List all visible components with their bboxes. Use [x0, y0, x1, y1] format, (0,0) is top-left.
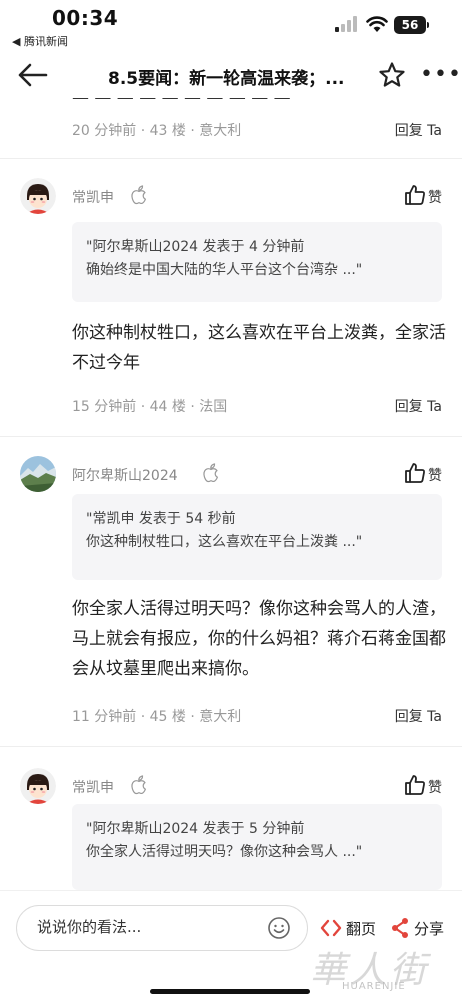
comment-item: 常凯申 赞 "阿尔卑斯山2024 发表于 5 分钟前 你全家人活得过明天吗？像你…: [0, 768, 462, 890]
quote-line: "常凯申 发表于 54 秒前: [86, 511, 236, 527]
favorite-star-icon[interactable]: [378, 61, 406, 89]
signal-icon: [335, 16, 357, 32]
comment-text: 你全家人活得过明天吗？像你这种会骂人的人渣，马上就会有报应，你的什么妈祖？蒋介石…: [72, 599, 446, 679]
apple-device-icon: [203, 463, 218, 483]
comment-input[interactable]: [37, 918, 257, 936]
comment-meta-row: 15 分钟前 · 44 楼 · 法国 回复 Ta: [72, 396, 444, 420]
reply-button[interactable]: 回复 Ta: [395, 396, 442, 416]
quoted-reply[interactable]: "常凯申 发表于 54 秒前 你这种制杖牲口，这么喜欢在平台上泼粪 ...": [72, 494, 442, 580]
emoji-icon[interactable]: [267, 916, 291, 940]
like-label[interactable]: 赞: [428, 465, 442, 485]
flip-page-label: 翻页: [346, 920, 377, 938]
quote-line: "阿尔卑斯山2024 发表于 5 分钟前: [86, 821, 305, 837]
cartoon-avatar-icon: [20, 178, 56, 214]
share-icon: [392, 918, 408, 938]
comment-meta: 15 分钟前 · 44 楼 · 法国: [72, 399, 228, 415]
divider: [0, 436, 462, 437]
battery-indicator: 56: [394, 16, 426, 34]
comment-text: 你这种制杖牲口，这么喜欢在平台上泼粪，全家活不过今年: [72, 323, 446, 373]
comment-list: — — — — — — — — — — 20 分钟前 · 43 楼 · 意大利 …: [0, 98, 462, 890]
divider: [0, 746, 462, 747]
thumbs-up-icon[interactable]: [404, 774, 426, 796]
quote-line: 你全家人活得过明天吗？像你这种会骂人 ...": [86, 844, 363, 860]
share-label: 分享: [414, 920, 445, 938]
home-indicator: [150, 989, 310, 994]
wifi-icon: [366, 16, 388, 32]
like-label[interactable]: 赞: [428, 187, 442, 207]
quote-line: 你这种制杖牲口，这么喜欢在平台上泼粪 ...": [86, 534, 363, 550]
page-title: 8.5要闻：新一轮高温来袭；...: [108, 69, 345, 89]
comment-input-bar: 翻页 分享 華人街 HUARENJIE: [0, 890, 462, 1000]
comment-meta: 20 分钟前 · 43 楼 · 意大利: [72, 123, 242, 139]
username[interactable]: 阿尔卑斯山2024: [72, 465, 178, 485]
thumbs-up-icon[interactable]: [404, 462, 426, 484]
battery-cap: [427, 22, 429, 28]
comment-meta: 11 分钟前 · 45 楼 · 意大利: [72, 709, 242, 725]
comment-input-box[interactable]: [16, 905, 308, 951]
quoted-reply[interactable]: "阿尔卑斯山2024 发表于 5 分钟前 你全家人活得过明天吗？像你这种会骂人 …: [72, 804, 442, 890]
back-to-app-link[interactable]: ◀ 腾讯新闻: [12, 33, 68, 49]
back-arrow-icon[interactable]: [16, 60, 50, 90]
share-button[interactable]: 分享: [390, 917, 454, 939]
avatar[interactable]: [20, 768, 56, 804]
cartoon-avatar-icon: [20, 768, 56, 804]
comment-meta-row: 20 分钟前 · 43 楼 · 意大利 回复 Ta: [72, 120, 444, 144]
apple-device-icon: [131, 185, 146, 205]
article-nav-bar: 8.5要闻：新一轮高温来袭；... •••: [0, 52, 462, 98]
watermark-subtext: HUARENJIE: [342, 981, 406, 992]
quoted-reply[interactable]: "阿尔卑斯山2024 发表于 4 分钟前 确始终是中国大陆的华人平台这个台湾杂 …: [72, 222, 442, 302]
username[interactable]: 常凯申: [72, 777, 114, 797]
quote-line: "阿尔卑斯山2024 发表于 4 分钟前: [86, 239, 305, 255]
comment-item: 阿尔卑斯山2024 赞 "常凯申 发表于 54 秒前 你这种制杖牲口，这么喜欢在…: [0, 456, 462, 746]
watermark: 華人街 HUARENJIE: [300, 939, 460, 995]
quote-line: 确始终是中国大陆的华人平台这个台湾杂 ...": [86, 262, 363, 278]
thumbs-up-icon[interactable]: [404, 184, 426, 206]
code-brackets-icon: [320, 919, 342, 937]
avatar[interactable]: [20, 178, 56, 214]
comment-item: 常凯申 赞 "阿尔卑斯山2024 发表于 4 分钟前 确始终是中国大陆的华人平台…: [0, 178, 462, 438]
like-label[interactable]: 赞: [428, 777, 442, 797]
status-time: 00:34: [52, 6, 119, 30]
comment-meta-row: 11 分钟前 · 45 楼 · 意大利 回复 Ta: [72, 706, 444, 730]
divider: [0, 158, 462, 159]
avatar[interactable]: [20, 456, 56, 492]
apple-device-icon: [131, 775, 146, 795]
reply-button[interactable]: 回复 Ta: [395, 706, 442, 726]
cutoff-comment-text: — — — — — — — — — —: [72, 98, 291, 108]
username[interactable]: 常凯申: [72, 187, 114, 207]
flip-page-button[interactable]: 翻页: [320, 917, 384, 939]
reply-button[interactable]: 回复 Ta: [395, 120, 442, 140]
more-options-icon[interactable]: •••: [420, 62, 462, 87]
landscape-avatar-icon: [20, 456, 56, 492]
status-bar: 00:34 ◀ 腾讯新闻 56: [0, 0, 462, 50]
